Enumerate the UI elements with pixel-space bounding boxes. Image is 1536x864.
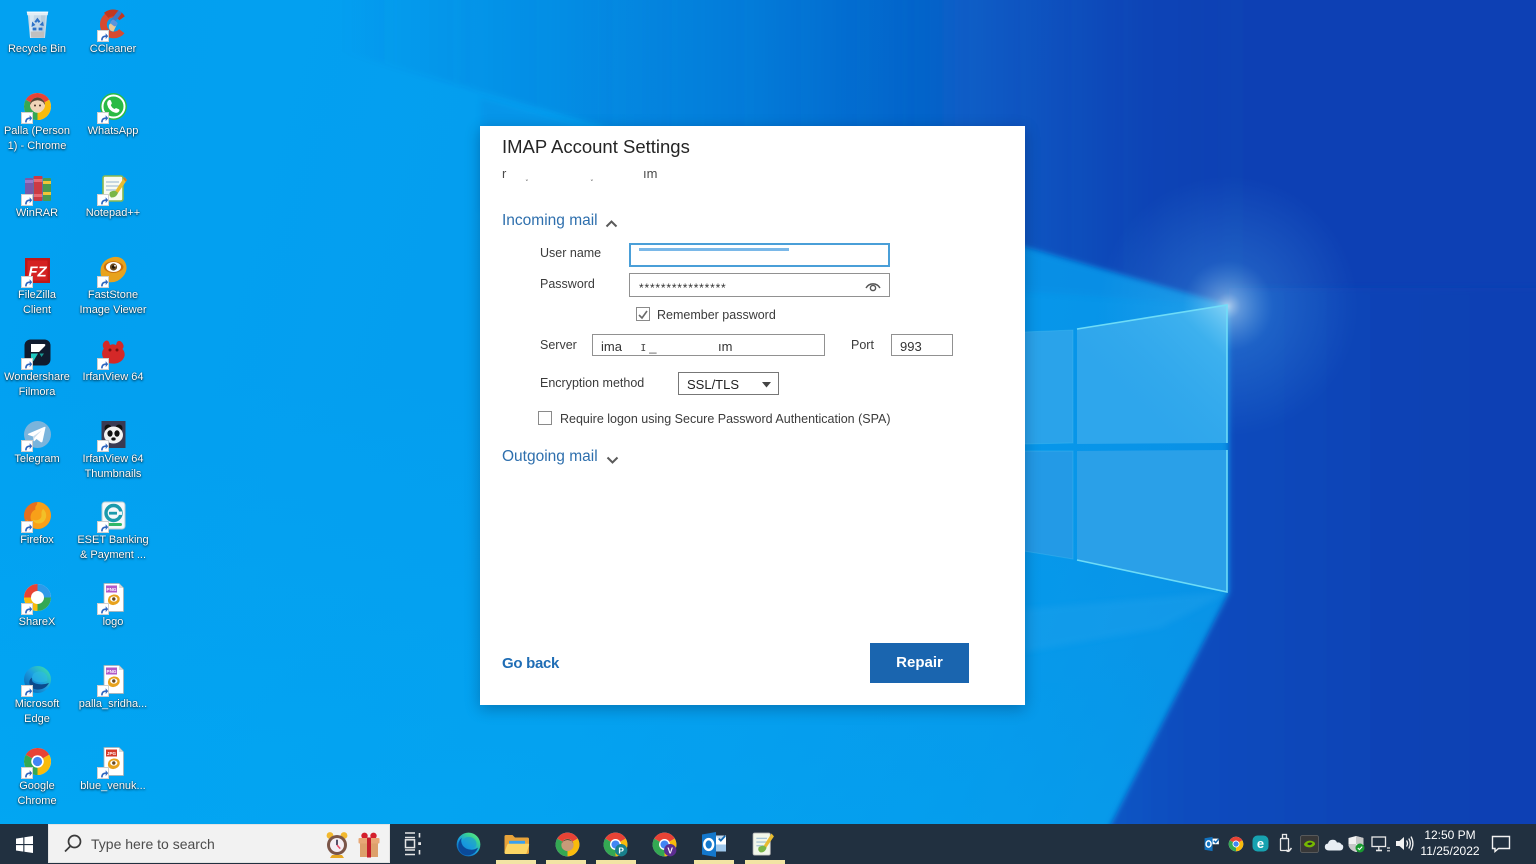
svg-text:e: e xyxy=(1257,836,1264,851)
svg-text:P: P xyxy=(618,845,624,855)
svg-text:JPG: JPG xyxy=(106,751,116,756)
svg-text:PNG: PNG xyxy=(106,587,116,592)
svg-text:PNG: PNG xyxy=(106,669,116,674)
svg-text:V: V xyxy=(667,845,673,855)
